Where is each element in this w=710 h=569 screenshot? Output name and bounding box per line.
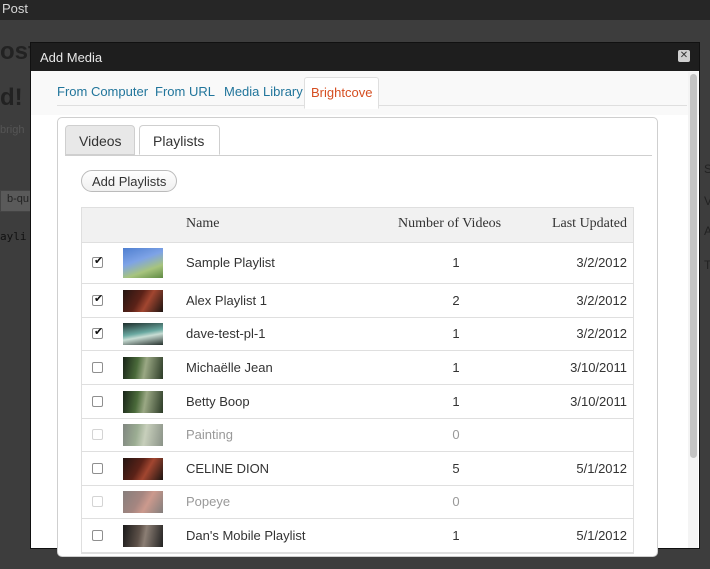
checkmark-icon: ✔ xyxy=(94,255,104,267)
tab-videos[interactable]: Videos xyxy=(65,125,135,155)
background-subtext: brigh xyxy=(0,124,25,136)
background-input-text: b-qu xyxy=(7,193,30,205)
modal-title: Add Media xyxy=(40,50,103,65)
tab-media-library[interactable]: Media Library xyxy=(224,84,303,99)
playlist-name: Michaëlle Jean xyxy=(186,359,273,375)
playlist-name: Alex Playlist 1 xyxy=(186,292,267,308)
table-row[interactable]: ✔ Alex Playlist 1 2 3/2/2012 xyxy=(82,284,633,318)
last-updated: 3/10/2011 xyxy=(570,393,627,409)
row-checkbox[interactable]: ✔ xyxy=(92,292,104,306)
add-playlists-button[interactable]: Add Playlists xyxy=(81,170,178,192)
playlist-thumbnail xyxy=(123,289,163,312)
table-body: ✔ Sample Playlist 1 3/2/2012 ✔ Alex Playlist … xyxy=(82,243,633,553)
playlist-name: Popeye xyxy=(186,494,231,509)
last-updated: 3/2/2012 xyxy=(576,326,627,341)
row-checkbox xyxy=(92,496,103,507)
row-checkbox[interactable] xyxy=(92,462,103,474)
table-row[interactable]: Dan's Mobile Playlist 1 5/1/2012 xyxy=(82,519,633,553)
close-icon[interactable]: ✕ xyxy=(678,50,690,62)
tab-brightcove[interactable]: Brightcove xyxy=(304,77,380,109)
background-heading-2: d! xyxy=(0,84,23,111)
playlist-thumbnail xyxy=(123,491,163,513)
admin-top-bar: Post xyxy=(0,0,710,20)
last-updated: 3/2/2012 xyxy=(576,292,627,308)
tab-playlists[interactable]: Playlists xyxy=(139,125,220,155)
background-right-text-3: A xyxy=(704,224,710,238)
table-row[interactable]: Michaëlle Jean 1 3/10/2011 xyxy=(82,351,633,385)
column-header-updated[interactable]: Last Updated xyxy=(552,216,627,232)
playlist-thumbnail xyxy=(123,248,163,278)
playlist-thumbnail xyxy=(123,390,163,413)
playlist-name: Betty Boop xyxy=(186,393,250,409)
last-updated: 5/1/2012 xyxy=(576,527,627,543)
row-checkbox[interactable]: ✔ xyxy=(92,255,104,268)
last-updated: 3/10/2011 xyxy=(570,359,627,375)
video-count: 5 xyxy=(452,460,460,476)
checkmark-icon: ✔ xyxy=(94,326,104,338)
tab-from-computer[interactable]: From Computer xyxy=(57,84,148,99)
row-checkbox[interactable] xyxy=(92,361,103,373)
video-count: 0 xyxy=(452,494,460,509)
background-right-text-1: S xyxy=(704,162,710,176)
background-right-text-4: T xyxy=(704,258,710,272)
video-count: 1 xyxy=(452,255,460,270)
checkmark-icon: ✔ xyxy=(94,292,104,305)
background-code: ayli xyxy=(0,230,27,243)
column-header-count[interactable]: Number of Videos xyxy=(398,216,501,232)
row-checkbox[interactable] xyxy=(92,529,103,541)
table-row[interactable]: Betty Boop 1 3/10/2011 xyxy=(82,385,633,419)
video-count: 0 xyxy=(452,427,460,442)
add-media-modal: Add Media ✕ From Computer From URL Media… xyxy=(30,42,700,557)
table-row[interactable]: Popeye 0 xyxy=(82,486,633,519)
tab-from-url[interactable]: From URL xyxy=(155,84,215,99)
table-header: Name Number of Videos Last Updated xyxy=(82,208,633,243)
modal-titlebar: Add Media ✕ xyxy=(31,43,699,71)
row-checkbox[interactable]: ✔ xyxy=(92,326,104,339)
column-header-name[interactable]: Name xyxy=(186,216,219,232)
playlist-thumbnail xyxy=(123,323,163,345)
playlist-name: Painting xyxy=(186,427,233,442)
video-count: 1 xyxy=(452,359,460,375)
video-count: 1 xyxy=(452,527,460,543)
last-updated: 5/1/2012 xyxy=(576,460,627,476)
playlist-thumbnail xyxy=(123,524,163,547)
row-checkbox[interactable] xyxy=(92,395,103,407)
playlist-name: dave-test-pl-1 xyxy=(186,326,266,341)
playlist-thumbnail xyxy=(123,356,163,379)
playlists-table: Name Number of Videos Last Updated ✔ Samp… xyxy=(81,207,634,554)
table-row[interactable]: CELINE DION 5 5/1/2012 xyxy=(82,452,633,486)
subtabs-divider xyxy=(65,155,652,156)
playlist-name: CELINE DION xyxy=(186,460,270,476)
video-count: 1 xyxy=(452,326,460,341)
playlist-name: Dan's Mobile Playlist xyxy=(186,527,306,543)
video-count: 1 xyxy=(452,393,460,409)
admin-top-bar-text: Post xyxy=(2,1,29,16)
video-count: 2 xyxy=(452,292,460,308)
background-right-text-2: V xyxy=(704,194,710,208)
table-row[interactable]: Painting 0 xyxy=(82,419,633,452)
row-checkbox xyxy=(92,429,103,440)
scrollbar-thumb[interactable] xyxy=(690,74,697,458)
playlist-thumbnail xyxy=(123,424,163,446)
playlist-name: Sample Playlist xyxy=(186,255,275,270)
playlist-thumbnail xyxy=(123,457,163,480)
table-row[interactable]: ✔ dave-test-pl-1 1 3/2/2012 xyxy=(82,318,633,351)
table-row[interactable]: ✔ Sample Playlist 1 3/2/2012 xyxy=(82,243,633,284)
last-updated: 3/2/2012 xyxy=(576,255,627,270)
